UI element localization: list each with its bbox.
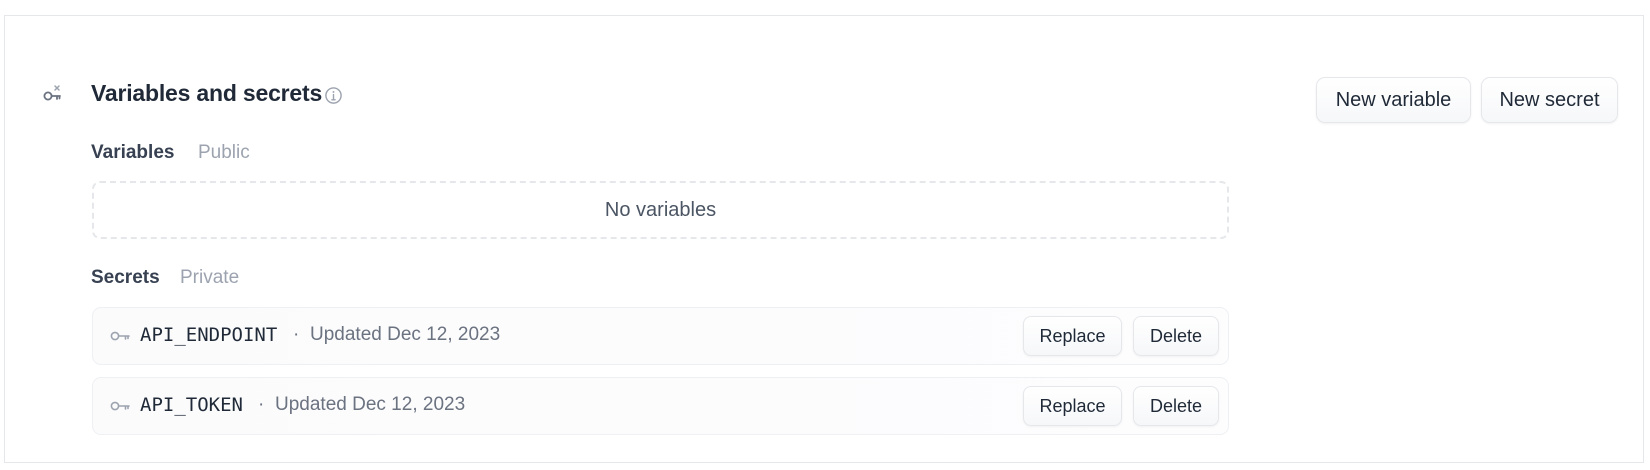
- separator-dot: ·: [258, 394, 265, 415]
- variables-empty-state: No variables: [92, 181, 1229, 239]
- new-variable-button[interactable]: New variable: [1316, 77, 1471, 123]
- secrets-heading: Secrets: [91, 267, 160, 288]
- key-icon: [110, 331, 130, 341]
- settings-panel: Variables and secrets New variable New s…: [4, 15, 1644, 463]
- secret-updated-date: Updated Dec 12, 2023: [310, 324, 501, 345]
- secret-updated-date: Updated Dec 12, 2023: [275, 394, 466, 415]
- variables-visibility-label: Public: [198, 142, 250, 163]
- secret-name: API_ENDPOINT: [140, 324, 278, 346]
- variables-heading: Variables: [91, 142, 175, 163]
- separator-dot: ·: [293, 324, 300, 345]
- replace-button[interactable]: Replace: [1023, 386, 1122, 426]
- key-icon: [110, 401, 130, 411]
- new-secret-button[interactable]: New secret: [1481, 77, 1618, 123]
- secret-row: API_TOKEN · Updated Dec 12, 2023 Replace…: [92, 377, 1229, 435]
- secret-row: API_ENDPOINT · Updated Dec 12, 2023 Repl…: [92, 307, 1229, 365]
- secrets-visibility-label: Private: [180, 267, 240, 288]
- replace-button[interactable]: Replace: [1023, 316, 1122, 356]
- key-variable-icon: [43, 85, 61, 101]
- empty-state-text: No variables: [604, 198, 717, 221]
- section-title: Variables and secrets: [91, 80, 323, 106]
- info-icon[interactable]: [324, 86, 343, 105]
- delete-button[interactable]: Delete: [1133, 386, 1219, 426]
- secret-name: API_TOKEN: [140, 394, 243, 416]
- delete-button[interactable]: Delete: [1133, 316, 1219, 356]
